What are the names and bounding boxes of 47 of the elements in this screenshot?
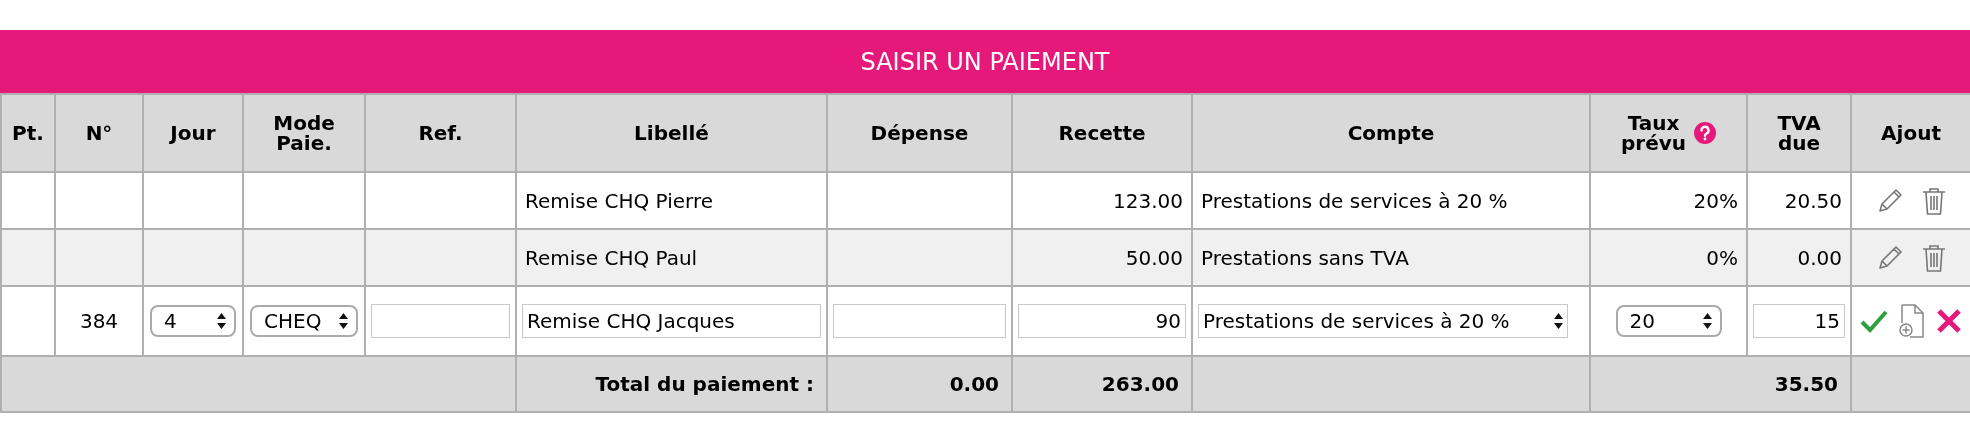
- label-cell: Remise CHQ Pierre: [525, 188, 713, 213]
- column-header: Ajout: [1881, 123, 1941, 143]
- column-header: Ref.: [418, 123, 463, 143]
- column-header: N°: [85, 123, 113, 143]
- amount-cell: 123.00: [1113, 188, 1183, 213]
- day-select[interactable]: 4: [150, 305, 236, 337]
- form-title: SAISIR UN PAIEMENT: [0, 30, 1970, 93]
- column-header: Dépense: [870, 123, 969, 143]
- account-cell: Prestations sans TVA: [1201, 245, 1409, 270]
- column-header: TVA due: [1777, 113, 1821, 153]
- column-header: Compte: [1347, 123, 1435, 143]
- payment-mode-select[interactable]: CHEQ: [250, 305, 358, 337]
- rate-cell: 20%: [1693, 188, 1738, 213]
- stepper-arrows-icon: [1554, 313, 1563, 329]
- delete-icon[interactable]: [1921, 242, 1947, 273]
- expense-field[interactable]: [833, 304, 1006, 338]
- account-cell: Prestations de services à 20 %: [1201, 188, 1508, 213]
- column-header: Pt.: [12, 123, 44, 143]
- total-expense: 0.00: [949, 372, 999, 396]
- column-header: Taux prévu: [1621, 113, 1686, 153]
- number-cell: 384: [79, 309, 119, 333]
- label-cell: Remise CHQ Paul: [525, 245, 698, 270]
- help-icon[interactable]: [1694, 122, 1716, 144]
- close-icon[interactable]: [1936, 308, 1962, 334]
- column-header: Jour: [170, 123, 216, 143]
- rate-cell: 0%: [1706, 245, 1738, 270]
- total-income: 263.00: [1101, 372, 1179, 396]
- stepper-arrows-icon: [339, 313, 348, 329]
- amount-cell: 50.00: [1125, 245, 1183, 270]
- stepper-arrows-icon: [217, 313, 226, 329]
- income-field[interactable]: 90: [1018, 304, 1186, 338]
- reference-field[interactable]: [371, 304, 510, 338]
- add-document-icon[interactable]: [1898, 304, 1926, 338]
- column-header: Recette: [1058, 123, 1146, 143]
- column-header: Libellé: [634, 123, 709, 143]
- account-select[interactable]: Prestations de services à 20 %: [1198, 304, 1568, 338]
- rate-select[interactable]: 20: [1615, 305, 1722, 337]
- vat-cell: 20.50: [1784, 188, 1842, 213]
- delete-icon[interactable]: [1921, 185, 1947, 216]
- total-label: Total du paiement :: [595, 372, 814, 396]
- stepper-arrows-icon: [1702, 313, 1712, 329]
- check-icon[interactable]: [1860, 309, 1888, 333]
- vat-field[interactable]: 15: [1753, 304, 1845, 338]
- label-field[interactable]: Remise CHQ Jacques: [522, 304, 821, 338]
- vat-cell: 0.00: [1797, 245, 1842, 270]
- total-vat: 35.50: [1774, 372, 1838, 396]
- column-header: Mode Paie.: [273, 113, 335, 153]
